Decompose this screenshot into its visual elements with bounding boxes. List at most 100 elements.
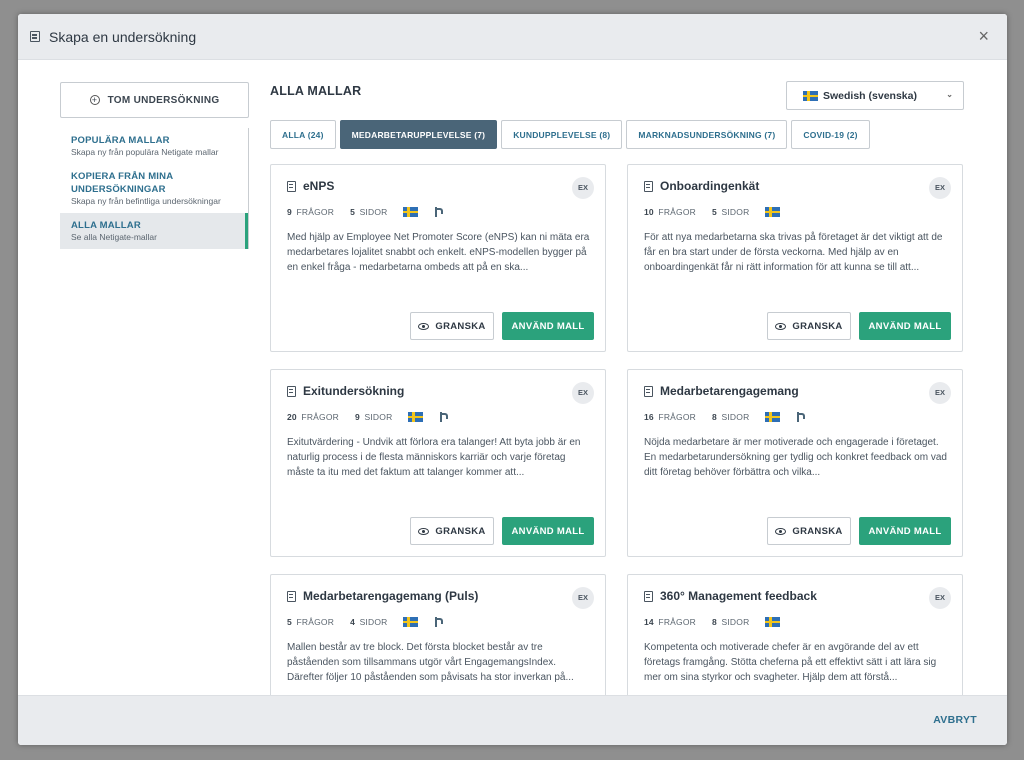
example-badge: EX <box>929 177 951 199</box>
tab-category[interactable]: COVID-19 (2) <box>791 120 870 149</box>
question-count-value: 20 <box>287 412 297 422</box>
template-description: Kompetenta och motiverade chefer är en a… <box>644 642 937 683</box>
branching-icon <box>796 412 806 422</box>
use-template-button[interactable]: ANVÄND MALL <box>502 517 594 545</box>
question-count: 20 FRÅGOR <box>287 412 339 422</box>
template-card: eNPS EX 9 FRÅGOR 5 SIDOR Med hjälp av Employ… <box>270 164 606 352</box>
template-card: Medarbetarengagemang EX 16 FRÅGOR 8 SIDOR Nö… <box>627 369 963 557</box>
sidebar-item-title: KOPIERA FRÅN MINA UNDERSÖKNINGAR <box>71 171 173 195</box>
tab-category[interactable]: MARKNADSUNDERSÖKNING (7) <box>626 120 788 149</box>
template-title-text: Onboardingenkät <box>660 179 760 193</box>
review-label: GRANSKA <box>435 320 486 332</box>
template-card: Medarbetarengagemang (Puls) EX 5 FRÅGOR 4 S… <box>270 574 606 695</box>
page-count-value: 8 <box>711 617 717 627</box>
template-meta: 20 FRÅGOR 9 SIDOR <box>287 412 449 422</box>
modal-header: Skapa en undersökning × <box>18 14 1007 60</box>
template-meta: 9 FRÅGOR 5 SIDOR <box>287 207 444 217</box>
swedish-flag-icon <box>803 90 818 101</box>
page-count-value: 9 <box>354 412 360 422</box>
question-count-value: 14 <box>644 617 654 627</box>
template-title: Onboardingenkät <box>644 179 759 193</box>
tab-category[interactable]: ALLA (24) <box>270 120 336 149</box>
document-icon <box>287 385 296 397</box>
page-count-label: SIDOR <box>359 207 388 217</box>
eye-icon <box>775 322 787 330</box>
template-description: Mallen består av tre block. Det första b… <box>287 642 574 683</box>
sidebar-item-popular[interactable]: POPULÄRA MALLAR Skapa ny från populära N… <box>60 128 248 164</box>
template-meta: 16 FRÅGOR 8 SIDOR <box>644 412 806 422</box>
template-title-text: eNPS <box>303 179 335 193</box>
sidebar-item-subtitle: Skapa ny från befintliga undersökningar <box>71 196 221 206</box>
example-badge: EX <box>929 587 951 609</box>
modal-footer: AVBRYT <box>18 695 1007 745</box>
eye-icon <box>418 322 430 330</box>
sidebar-item-title: POPULÄRA MALLAR <box>71 135 170 146</box>
question-count: 9 FRÅGOR <box>287 207 334 217</box>
question-count: 10 FRÅGOR <box>644 207 696 217</box>
create-survey-modal: Skapa en undersökning × + TOM UNDERSÖKNI… <box>18 14 1007 745</box>
question-count: 14 FRÅGOR <box>644 617 696 627</box>
close-icon[interactable]: × <box>978 27 989 45</box>
document-icon <box>30 31 40 42</box>
template-meta: 10 FRÅGOR 5 SIDOR <box>644 207 796 217</box>
document-icon <box>644 590 653 602</box>
template-description: Med hjälp av Employee Net Promoter Score… <box>287 232 590 273</box>
use-template-button[interactable]: ANVÄND MALL <box>859 517 951 545</box>
page-count: 4 SIDOR <box>350 617 387 627</box>
page-count-label: SIDOR <box>364 412 393 422</box>
card-actions: GRANSKA ANVÄND MALL <box>767 517 951 545</box>
page-count-value: 5 <box>350 207 355 217</box>
question-count-label: FRÅGOR <box>658 207 696 217</box>
sidebar-item-copy[interactable]: KOPIERA FRÅN MINA UNDERSÖKNINGAR Skapa n… <box>60 164 248 213</box>
blank-survey-label: TOM UNDERSÖKNING <box>107 94 220 106</box>
card-actions: GRANSKA ANVÄND MALL <box>410 312 594 340</box>
question-count-label: FRÅGOR <box>296 207 335 217</box>
page-count: 8 SIDOR <box>712 617 749 627</box>
language-select[interactable]: Swedish (svenska) ⌄ <box>786 81 964 110</box>
page-count-value: 8 <box>711 412 717 422</box>
template-title-text: Exitundersökning <box>303 384 405 398</box>
use-template-button[interactable]: ANVÄND MALL <box>502 312 594 340</box>
blank-survey-button[interactable]: + TOM UNDERSÖKNING <box>60 82 249 118</box>
template-title: eNPS <box>287 179 334 193</box>
cancel-button[interactable]: AVBRYT <box>933 714 977 726</box>
review-button[interactable]: GRANSKA <box>767 312 851 340</box>
sidebar-nav: POPULÄRA MALLAR Skapa ny från populära N… <box>60 128 249 249</box>
plus-circle-icon: + <box>89 95 100 105</box>
branching-icon <box>434 207 444 217</box>
template-card: Onboardingenkät EX 10 FRÅGOR 5 SIDOR För att… <box>627 164 963 352</box>
review-button[interactable]: GRANSKA <box>767 517 851 545</box>
page-count: 9 SIDOR <box>355 412 392 422</box>
question-count-value: 9 <box>287 207 292 217</box>
sidebar-item-subtitle: Se alla Netigate-mallar <box>71 232 157 242</box>
sidebar-item-all[interactable]: ALLA MALLAR Se alla Netigate-mallar <box>60 213 248 249</box>
page-count-label: SIDOR <box>721 412 750 422</box>
language-label: Swedish (svenska) <box>823 89 917 102</box>
question-count-value: 10 <box>644 207 654 217</box>
branching-icon <box>439 412 449 422</box>
tab-category[interactable]: KUNDUPPLEVELSE (8) <box>501 120 623 149</box>
template-title-text: Medarbetarengagemang <box>660 384 799 398</box>
document-icon <box>644 180 653 192</box>
swedish-flag-icon <box>408 412 424 422</box>
template-title: Exitundersökning <box>287 384 404 398</box>
modal-body: + TOM UNDERSÖKNING POPULÄRA MALLAR Skapa… <box>18 60 1007 695</box>
swedish-flag-icon <box>403 617 419 627</box>
card-actions: GRANSKA ANVÄND MALL <box>410 517 594 545</box>
use-template-button[interactable]: ANVÄND MALL <box>859 312 951 340</box>
question-count-label: FRÅGOR <box>658 617 696 627</box>
sidebar-item-title: ALLA MALLAR <box>71 220 141 231</box>
branching-icon <box>434 617 444 627</box>
card-actions: GRANSKA ANVÄND MALL <box>767 312 951 340</box>
review-button[interactable]: GRANSKA <box>410 517 494 545</box>
tab-category[interactable]: MEDARBETARUPPLEVELSE (7) <box>339 120 498 149</box>
question-count-label: FRÅGOR <box>296 617 335 627</box>
page-count: 8 SIDOR <box>712 412 749 422</box>
page-count-value: 5 <box>711 207 717 217</box>
document-icon <box>287 590 296 602</box>
review-button[interactable]: GRANSKA <box>410 312 494 340</box>
template-title-text: 360° Management feedback <box>660 589 817 603</box>
example-badge: EX <box>929 382 951 404</box>
sidebar: + TOM UNDERSÖKNING POPULÄRA MALLAR Skapa… <box>60 82 249 249</box>
page-count-label: SIDOR <box>721 617 750 627</box>
